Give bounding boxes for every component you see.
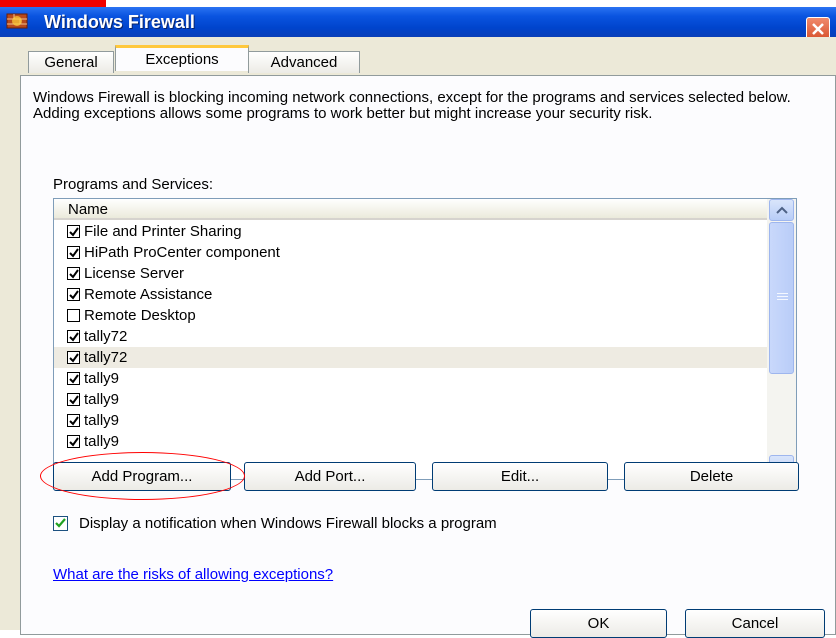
item-label: tally9 <box>84 433 120 450</box>
list-item[interactable]: tally9 <box>54 389 767 410</box>
chevron-up-icon <box>776 206 788 214</box>
item-checkbox[interactable] <box>67 351 80 364</box>
item-checkbox[interactable] <box>67 414 80 427</box>
item-label: tally9 <box>84 370 120 387</box>
item-label: License Server <box>84 265 185 282</box>
item-label: HiPath ProCenter component <box>84 244 280 261</box>
firewall-window: Windows Firewall General Advanced Except… <box>0 0 836 638</box>
cancel-button[interactable]: Cancel <box>685 609 825 638</box>
scroll-up-button[interactable] <box>769 199 794 221</box>
column-header-label: Name <box>68 201 109 218</box>
notification-checkbox[interactable] <box>53 516 68 531</box>
item-checkbox[interactable] <box>67 393 80 406</box>
list-item[interactable]: tally72 <box>54 326 767 347</box>
item-checkbox[interactable] <box>67 225 80 238</box>
list-item[interactable]: File and Printer Sharing <box>54 221 767 242</box>
dialog-client-area: General Advanced Exceptions Windows Fire… <box>0 37 836 638</box>
list-item[interactable]: tally9 <box>54 410 767 431</box>
item-checkbox[interactable] <box>67 309 80 322</box>
window-title: Windows Firewall <box>44 12 195 32</box>
tab-general[interactable]: General <box>28 51 114 73</box>
list-item[interactable]: Remote Assistance <box>54 284 767 305</box>
item-checkbox[interactable] <box>67 372 80 385</box>
list-item[interactable]: tally9 <box>54 368 767 389</box>
title-bar[interactable]: Windows Firewall <box>0 7 836 41</box>
list-item[interactable]: tally9 <box>54 431 767 452</box>
item-checkbox[interactable] <box>67 435 80 448</box>
item-label: tally9 <box>84 412 120 429</box>
item-checkbox[interactable] <box>67 288 80 301</box>
list-item[interactable]: Remote Desktop <box>54 305 767 326</box>
item-label: File and Printer Sharing <box>84 223 242 240</box>
close-icon <box>812 23 824 35</box>
item-label: Remote Assistance <box>84 286 213 303</box>
risks-link[interactable]: What are the risks of allowing exception… <box>53 566 333 583</box>
ok-button[interactable]: OK <box>530 609 667 638</box>
delete-button[interactable]: Delete <box>624 462 799 491</box>
programs-label: Programs and Services: <box>53 176 214 193</box>
item-checkbox[interactable] <box>67 246 80 259</box>
item-label: Remote Desktop <box>84 307 196 324</box>
tab-advanced[interactable]: Advanced <box>248 51 360 73</box>
description-text: Windows Firewall is blocking incoming ne… <box>33 89 791 122</box>
list-item-selected[interactable]: tally72 <box>54 347 767 368</box>
add-port-button[interactable]: Add Port... <box>244 462 416 491</box>
item-checkbox[interactable] <box>67 330 80 343</box>
checkmark-icon <box>55 518 66 528</box>
column-header-name[interactable]: Name <box>54 199 767 220</box>
tab-exceptions[interactable]: Exceptions <box>115 45 249 71</box>
vertical-scrollbar[interactable] <box>767 199 796 479</box>
list-item[interactable]: HiPath ProCenter component <box>54 242 767 263</box>
item-checkbox[interactable] <box>67 267 80 280</box>
item-label: tally9 <box>84 391 120 408</box>
item-label: tally72 <box>84 349 128 366</box>
programs-list[interactable]: Name File and Printer Sharing HiPath Pro… <box>53 198 797 480</box>
edit-button[interactable]: Edit... <box>432 462 608 491</box>
list-item[interactable]: License Server <box>54 263 767 284</box>
item-label: tally72 <box>84 328 128 345</box>
firewall-icon <box>6 13 28 29</box>
add-program-button[interactable]: Add Program... <box>53 462 231 491</box>
notification-label[interactable]: Display a notification when Windows Fire… <box>79 515 497 532</box>
scroll-thumb[interactable] <box>769 222 794 374</box>
